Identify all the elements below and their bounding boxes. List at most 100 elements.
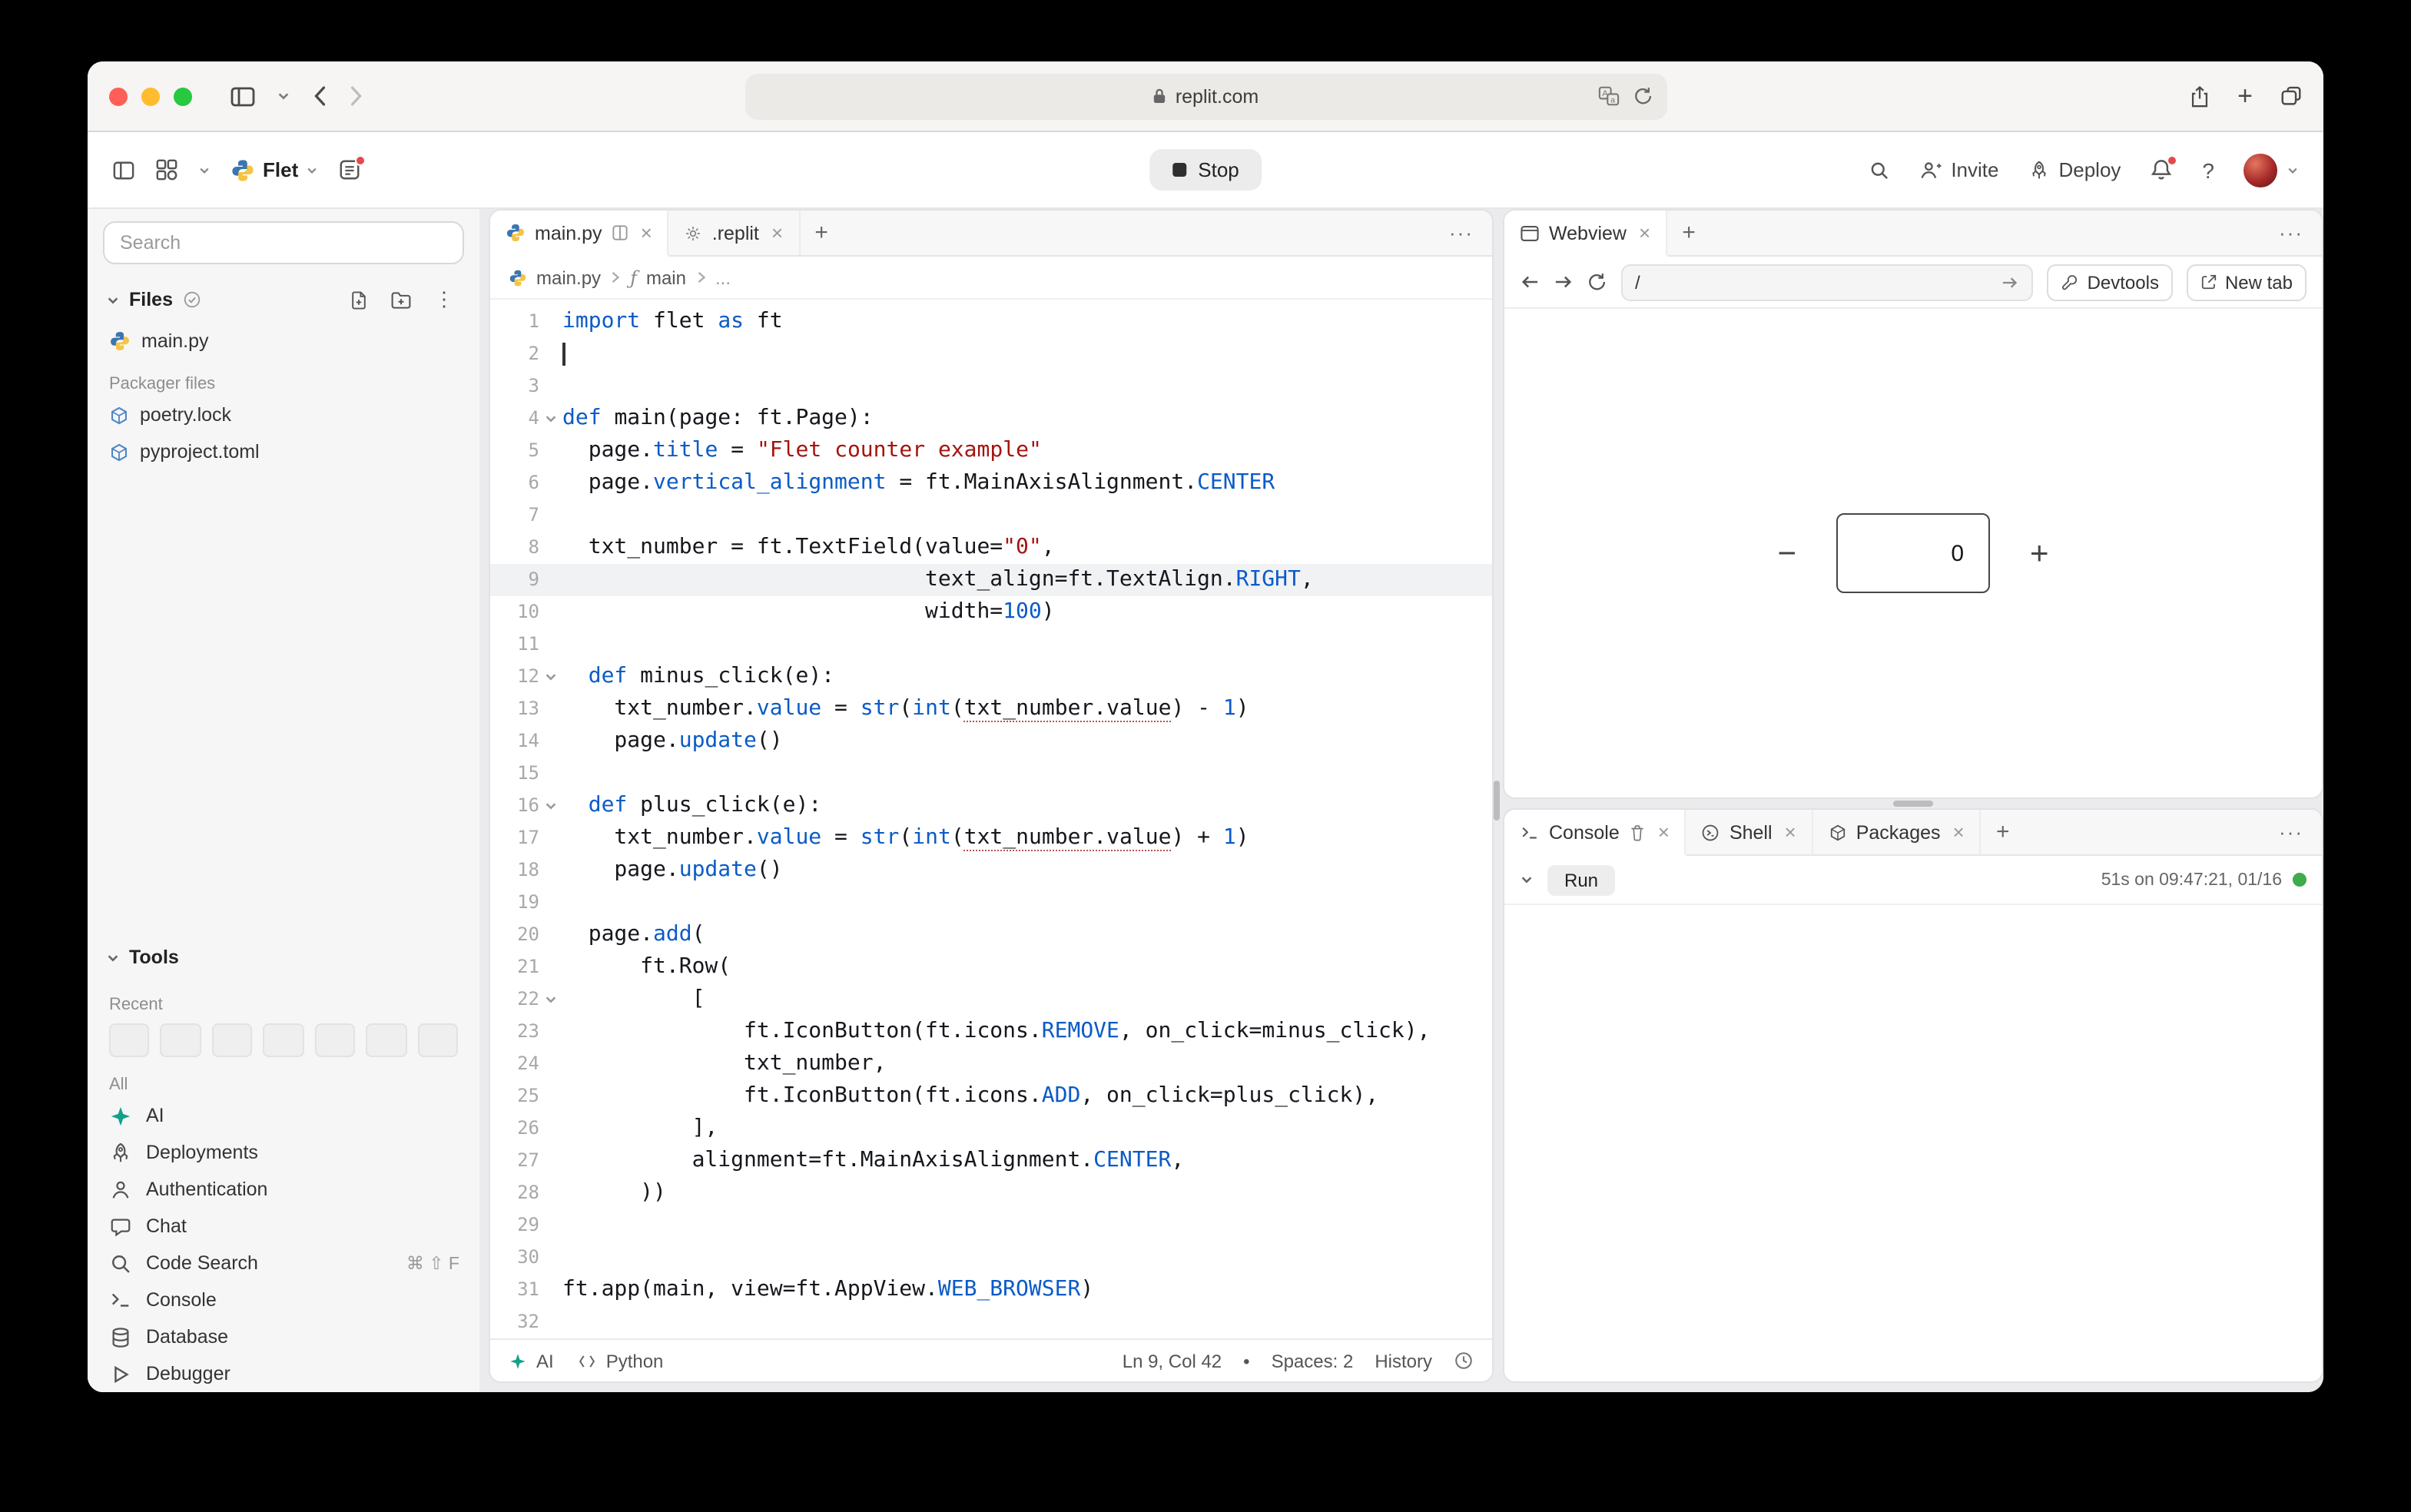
indent-setting[interactable]: Spaces: 2 (1272, 1350, 1354, 1371)
translate-icon[interactable]: Aa (1597, 86, 1619, 106)
search-icon[interactable] (1868, 159, 1889, 181)
close-icon[interactable]: × (771, 221, 783, 244)
sidebar-tool-console[interactable]: Console (88, 1282, 479, 1318)
code-line-13[interactable]: 13 txt_number.value = str(int(txt_number… (490, 693, 1492, 725)
code-line-4[interactable]: 4def main(page: ft.Page): (490, 403, 1492, 435)
language-status[interactable]: Python (579, 1350, 664, 1371)
breadcrumb-file[interactable]: main.py (536, 267, 601, 288)
console-more-button[interactable]: ··· (2260, 810, 2322, 854)
code-line-15[interactable]: 15 (490, 758, 1492, 790)
code-line-1[interactable]: 1import flet as ft (490, 306, 1492, 338)
close-icon[interactable]: × (1658, 821, 1670, 844)
code-line-25[interactable]: 25 ft.IconButton(ft.icons.ADD, on_click=… (490, 1080, 1492, 1112)
code-line-3[interactable]: 3 (490, 370, 1492, 403)
code-line-29[interactable]: 29 (490, 1209, 1492, 1242)
devtools-button[interactable]: Devtools (2048, 264, 2173, 300)
code-line-6[interactable]: 6 page.vertical_alignment = ft.MainAxisA… (490, 467, 1492, 499)
repl-name[interactable]: Flet (230, 158, 318, 182)
new-file-button[interactable] (341, 283, 375, 317)
forward-icon[interactable] (1554, 274, 1574, 290)
plus-button[interactable]: + (2030, 537, 2049, 569)
code-line-23[interactable]: 23 ft.IconButton(ft.icons.REMOVE, on_cli… (490, 1016, 1492, 1048)
sidebar-tool-code-search[interactable]: Code Search⌘ ⇧ F (88, 1245, 479, 1282)
tab-overview-icon[interactable] (2280, 86, 2302, 106)
fold-toggle[interactable] (539, 790, 562, 822)
close-icon[interactable]: × (1639, 221, 1650, 244)
share-icon[interactable] (2190, 84, 2210, 108)
deploy-button[interactable]: Deploy (2028, 158, 2121, 181)
fold-toggle[interactable] (539, 661, 562, 693)
new-pane-tab-button[interactable]: + (1982, 810, 2025, 854)
ai-status[interactable]: AI (509, 1350, 554, 1371)
fold-toggle[interactable] (539, 983, 562, 1016)
workspace-sidebar-toggle-icon[interactable] (112, 159, 135, 181)
code-line-2[interactable]: 2 (490, 338, 1492, 370)
reload-icon[interactable] (1587, 272, 1607, 292)
history-clock-icon[interactable] (1454, 1351, 1474, 1371)
counter-field[interactable]: 0 (1836, 513, 1990, 593)
code-line-28[interactable]: 28 )) (490, 1177, 1492, 1209)
new-browser-tab-icon[interactable]: + (2237, 83, 2253, 109)
address-bar[interactable]: replit.com Aa (745, 73, 1666, 119)
files-menu-button[interactable]: ⋮ (427, 283, 461, 317)
tab-main-py[interactable]: main.py × (490, 211, 669, 255)
zoom-window-button[interactable] (174, 87, 192, 105)
breadcrumb-symbol[interactable]: main (646, 267, 686, 288)
back-icon[interactable] (1520, 274, 1540, 290)
code-line-27[interactable]: 27 alignment=ft.MainAxisAlignment.CENTER… (490, 1145, 1492, 1177)
back-icon[interactable] (312, 85, 327, 108)
chevron-down-icon[interactable] (198, 164, 211, 176)
code-line-14[interactable]: 14 page.update() (490, 725, 1492, 758)
run-chip[interactable]: Run (1547, 864, 1615, 895)
close-icon[interactable]: × (641, 221, 652, 244)
vertical-splitter-handle[interactable] (1494, 781, 1500, 821)
tasks-icon[interactable] (338, 158, 361, 181)
sidebar-tool-authentication[interactable]: Authentication (88, 1171, 479, 1208)
code-editor[interactable]: 1import flet as ft234def main(page: ft.P… (490, 300, 1492, 1338)
fold-toggle[interactable] (539, 403, 562, 435)
go-arrow-icon[interactable] (2001, 274, 2020, 290)
file-pyproject-toml[interactable]: pyproject.toml (88, 433, 479, 470)
code-line-5[interactable]: 5 page.title = "Flet counter example" (490, 435, 1492, 467)
tab-packages[interactable]: Packages × (1813, 810, 1982, 854)
webview-more-button[interactable]: ··· (2260, 211, 2322, 255)
code-line-32[interactable]: 32 (490, 1306, 1492, 1338)
minimize-window-button[interactable] (141, 87, 160, 105)
sidebar-tool-deployments[interactable]: Deployments (88, 1134, 479, 1171)
breadcrumb-more[interactable]: ... (715, 267, 731, 288)
tab-webview[interactable]: Webview × (1504, 211, 1667, 255)
sidebar-tool-chat[interactable]: Chat (88, 1208, 479, 1245)
stop-button[interactable]: Stop (1149, 149, 1262, 191)
minus-button[interactable]: − (1777, 537, 1796, 569)
split-pane-icon[interactable] (612, 224, 628, 241)
open-new-tab-button[interactable]: New tab (2187, 264, 2307, 300)
code-line-8[interactable]: 8 txt_number = ft.TextField(value="0", (490, 532, 1492, 564)
new-editor-tab-button[interactable]: + (800, 211, 843, 255)
sidebar-tool-debugger[interactable]: Debugger (88, 1355, 479, 1392)
invite-button[interactable]: Invite (1919, 158, 1998, 181)
chevron-down-icon[interactable] (1520, 873, 1534, 887)
close-window-button[interactable] (109, 87, 128, 105)
history-button[interactable]: History (1375, 1350, 1432, 1371)
files-section-header[interactable]: Files ⋮ (88, 277, 479, 323)
file-main-py[interactable]: main.py (88, 323, 479, 360)
new-folder-button[interactable] (384, 283, 418, 317)
code-line-16[interactable]: 16 def plus_click(e): (490, 790, 1492, 822)
browser-sidebar-icon[interactable] (230, 85, 255, 107)
code-line-17[interactable]: 17 txt_number.value = str(int(txt_number… (490, 822, 1492, 854)
code-line-18[interactable]: 18 page.update() (490, 854, 1492, 887)
code-line-11[interactable]: 11 (490, 628, 1492, 661)
account-menu[interactable] (2244, 153, 2299, 187)
tools-section-header[interactable]: Tools (88, 934, 479, 980)
chevron-down-icon[interactable] (277, 89, 290, 103)
code-line-12[interactable]: 12 def minus_click(e): (490, 661, 1492, 693)
code-line-9[interactable]: 9 text_align=ft.TextAlign.RIGHT, (490, 564, 1492, 596)
code-line-24[interactable]: 24 txt_number, (490, 1048, 1492, 1080)
sidebar-tool-ai[interactable]: AI (88, 1097, 479, 1134)
cursor-position[interactable]: Ln 9, Col 42 (1123, 1350, 1222, 1371)
console-output[interactable] (1504, 905, 2322, 1381)
close-icon[interactable]: × (1953, 821, 1965, 844)
forward-icon[interactable] (349, 85, 364, 108)
editor-more-button[interactable]: ··· (1431, 211, 1492, 255)
new-pane-tab-button[interactable]: + (1667, 211, 1710, 255)
